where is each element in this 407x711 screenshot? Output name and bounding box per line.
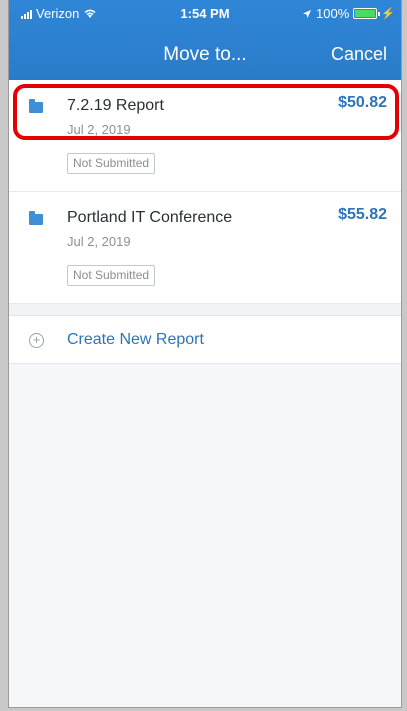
phone-screen: Verizon 1:54 PM 100% ⚡ Move to... Cancel… [8, 0, 402, 708]
navigation-header: Verizon 1:54 PM 100% ⚡ Move to... Cancel [9, 0, 401, 80]
status-bar: Verizon 1:54 PM 100% ⚡ [9, 0, 401, 28]
report-amount: $55.82 [338, 206, 387, 223]
battery-icon [353, 8, 381, 19]
create-new-report-label: Create New Report [67, 331, 204, 348]
plus-circle-icon: + [29, 333, 44, 348]
report-list: 7.2.19 Report Jul 2, 2019 $50.82 Not Sub… [9, 80, 401, 304]
status-badge: Not Submitted [67, 265, 156, 286]
report-name: Portland IT Conference [67, 209, 233, 226]
charging-icon: ⚡ [381, 8, 395, 20]
battery-percent: 100% [316, 6, 350, 21]
report-item[interactable]: 7.2.19 Report Jul 2, 2019 $50.82 Not Sub… [9, 80, 401, 192]
report-amount: $50.82 [338, 94, 387, 111]
location-icon [303, 9, 312, 18]
status-right: 100% ⚡ [302, 6, 395, 21]
create-new-report-button[interactable]: + Create New Report [9, 316, 401, 364]
report-item[interactable]: Portland IT Conference Jul 2, 2019 $55.8… [9, 192, 401, 304]
section-divider [9, 304, 401, 316]
folder-icon [29, 211, 43, 225]
folder-icon [29, 99, 43, 113]
report-name: 7.2.19 Report [67, 97, 164, 114]
report-date: Jul 2, 2019 [67, 122, 131, 137]
cancel-button[interactable]: Cancel [331, 44, 387, 65]
report-date: Jul 2, 2019 [67, 234, 131, 249]
status-badge: Not Submitted [67, 153, 156, 174]
